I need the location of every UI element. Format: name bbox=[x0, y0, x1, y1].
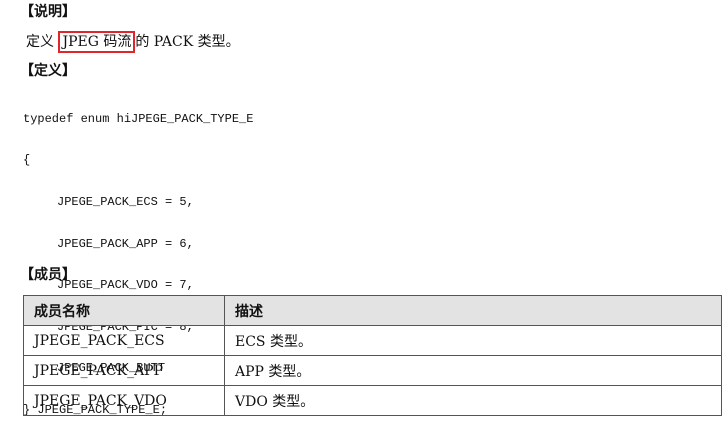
table-row: JPEGE_PACK_APP APP 类型。 bbox=[23, 355, 722, 386]
description-suffix: 的 PACK 类型。 bbox=[135, 34, 240, 50]
table-row: JPEGE_PACK_ECS ECS 类型。 bbox=[23, 325, 722, 356]
code-line: JPEGE_PACK_ECS = 5, bbox=[57, 194, 194, 209]
description-text: 定义 JPEG 码流的 PACK 类型。 bbox=[26, 31, 240, 53]
member-description-cell: ECS 类型。 bbox=[224, 325, 722, 356]
member-description-cell: VDO 类型。 bbox=[224, 385, 722, 416]
highlighted-term: JPEG 码流 bbox=[58, 31, 136, 53]
member-name-cell: JPEGE_PACK_VDO bbox=[23, 385, 225, 416]
member-description-cell: APP 类型。 bbox=[224, 355, 722, 386]
code-line: { bbox=[23, 153, 31, 168]
members-table: 成员名称 描述 JPEGE_PACK_ECS ECS 类型。 JPEGE_PAC… bbox=[23, 295, 722, 416]
header-description: 描述 bbox=[224, 295, 722, 326]
member-name-cell: JPEGE_PACK_APP bbox=[23, 355, 225, 386]
code-line: typedef enum hiJPEGE_PACK_TYPE_E bbox=[23, 111, 254, 126]
table-header-row: 成员名称 描述 bbox=[23, 295, 722, 326]
members-heading: 【成员】 bbox=[20, 267, 76, 283]
definition-heading: 【定义】 bbox=[20, 63, 76, 79]
code-line: JPEGE_PACK_APP = 6, bbox=[57, 236, 194, 251]
member-name-cell: JPEGE_PACK_ECS bbox=[23, 325, 225, 356]
description-heading: 【说明】 bbox=[20, 4, 76, 20]
description-prefix: 定义 bbox=[26, 34, 59, 50]
header-member-name: 成员名称 bbox=[23, 295, 225, 326]
table-row: JPEGE_PACK_VDO VDO 类型。 bbox=[23, 385, 722, 416]
